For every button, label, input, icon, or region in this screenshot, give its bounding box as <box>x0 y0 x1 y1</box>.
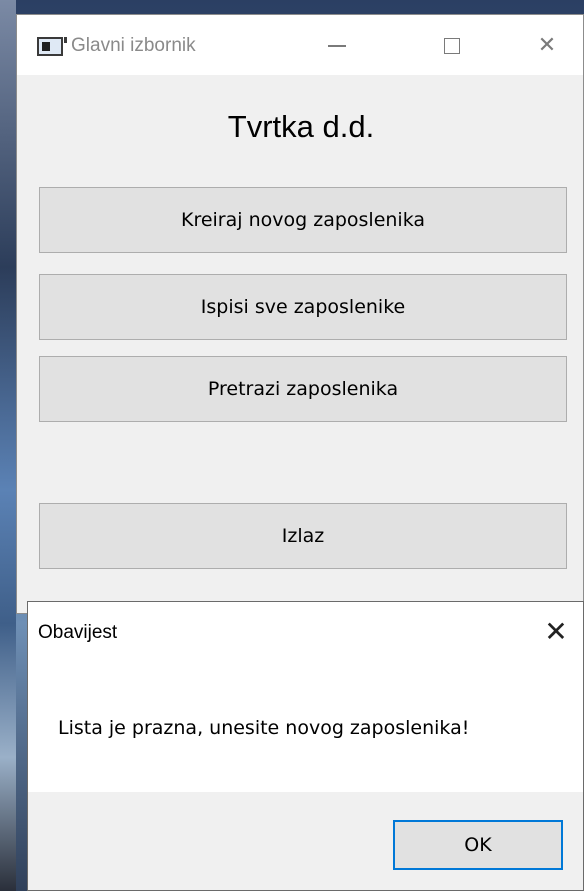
title-bar[interactable]: Glavni izbornik ✕ <box>17 15 583 75</box>
close-icon: ✕ <box>544 616 568 647</box>
window-title: Glavni izbornik <box>71 35 196 56</box>
dialog-title: Obavijest <box>38 622 118 643</box>
page-title: Tvrtka d.d. <box>227 109 375 144</box>
maximize-button[interactable] <box>432 29 472 61</box>
create-employee-button[interactable]: Kreiraj novog zaposlenika <box>39 187 567 253</box>
dialog-message: Lista je prazna, unesite novog zaposleni… <box>58 717 470 739</box>
close-button[interactable]: ✕ <box>527 29 567 61</box>
app-window-icon <box>37 37 67 56</box>
minimize-button[interactable] <box>317 29 357 61</box>
ok-button[interactable]: OK <box>393 820 563 870</box>
exit-button[interactable]: Izlaz <box>39 503 567 569</box>
dialog-close-button[interactable]: ✕ <box>539 612 573 652</box>
maximize-icon <box>444 38 460 54</box>
desktop-background <box>0 0 16 891</box>
close-icon: ✕ <box>537 32 557 57</box>
search-employee-button[interactable]: Pretrazi zaposlenika <box>39 356 567 422</box>
main-window: Glavni izbornik ✕ Tvrtka d.d. Kreiraj no… <box>16 14 584 614</box>
list-employees-button[interactable]: Ispisi sve zaposlenike <box>39 274 567 340</box>
notification-dialog: Obavijest ✕ Lista je prazna, unesite nov… <box>27 601 584 891</box>
minimize-icon <box>328 45 346 47</box>
dialog-footer: OK <box>28 792 583 890</box>
